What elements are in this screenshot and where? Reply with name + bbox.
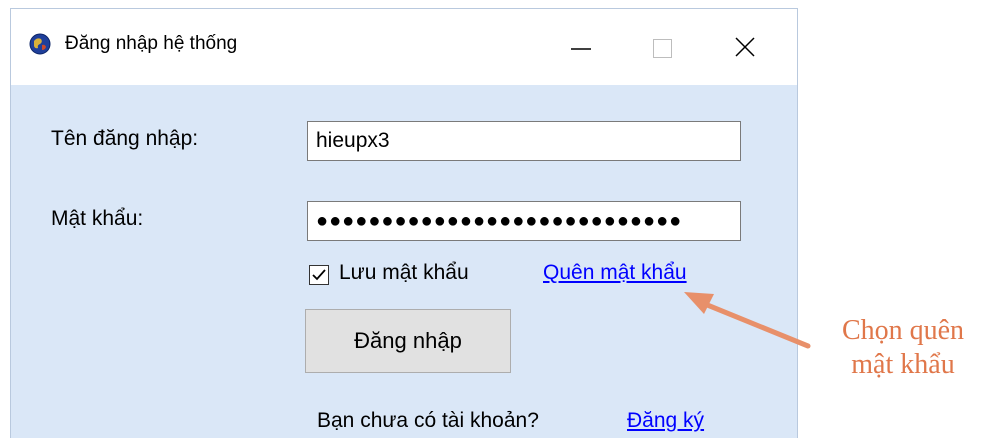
- login-button[interactable]: Đăng nhập: [305, 309, 511, 373]
- password-label: Mật khẩu:: [51, 207, 144, 230]
- maximize-button[interactable]: [623, 9, 703, 85]
- window-title: Đăng nhập hệ thống: [65, 33, 238, 54]
- minimize-button[interactable]: [541, 9, 621, 85]
- annotation-callout: Chọn quên mật khẩu: [814, 314, 992, 382]
- no-account-text: Bạn chưa có tài khoản?: [317, 409, 539, 432]
- close-icon: [735, 37, 755, 57]
- callout-line-2: mật khẩu: [851, 349, 955, 380]
- login-window: Đăng nhập hệ thống Tên đăng nhập: hieupx…: [10, 8, 798, 438]
- title-bar: Đăng nhập hệ thống: [11, 9, 797, 85]
- register-link[interactable]: Đăng ký: [627, 409, 704, 433]
- checkmark-icon: [312, 269, 326, 281]
- password-input[interactable]: ●●●●●●●●●●●●●●●●●●●●●●●●●●●●: [307, 201, 741, 241]
- remember-password-checkbox[interactable]: [309, 265, 329, 285]
- username-input[interactable]: hieupx3: [307, 121, 741, 161]
- globe-icon: [29, 33, 51, 55]
- username-label: Tên đăng nhập:: [51, 127, 199, 150]
- maximize-icon: [653, 39, 672, 58]
- forgot-password-link[interactable]: Quên mật khẩu: [543, 261, 687, 285]
- callout-line-1: Chọn quên: [841, 315, 965, 346]
- close-button[interactable]: [705, 9, 785, 85]
- remember-password-label[interactable]: Lưu mật khẩu: [339, 261, 469, 285]
- minimize-icon: [571, 48, 591, 50]
- password-mask: ●●●●●●●●●●●●●●●●●●●●●●●●●●●●: [316, 210, 683, 232]
